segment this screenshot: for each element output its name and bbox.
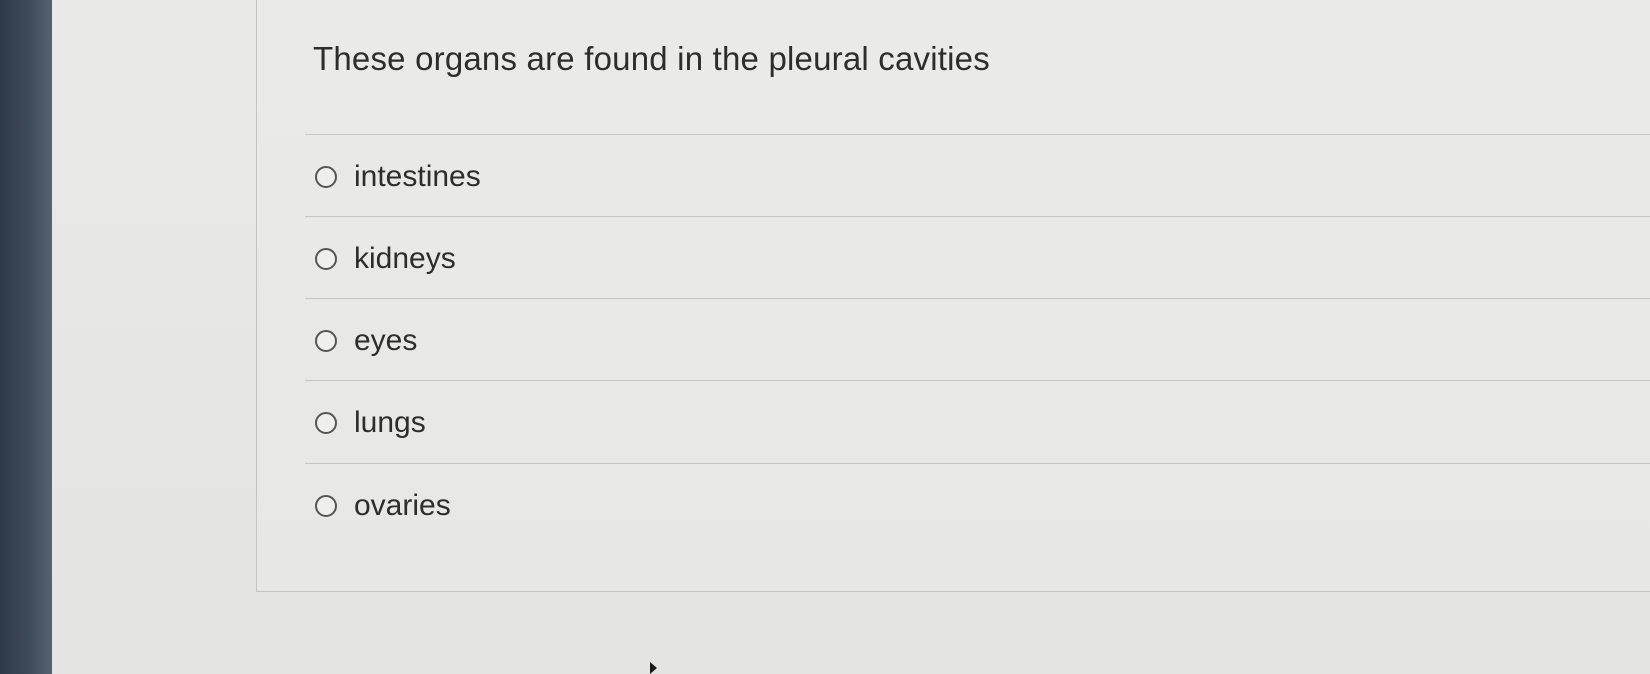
answer-option-kidneys[interactable]: kidneys: [315, 234, 456, 284]
answer-option-intestines[interactable]: intestines: [315, 152, 481, 202]
radio-unchecked-icon[interactable]: [315, 330, 337, 352]
question-card: These organs are found in the pleural ca…: [256, 0, 1650, 592]
answer-option-eyes[interactable]: eyes: [315, 316, 417, 366]
radio-unchecked-icon[interactable]: [315, 166, 337, 188]
answer-label: intestines: [354, 160, 481, 193]
mouse-cursor-icon: [650, 662, 657, 674]
radio-unchecked-icon[interactable]: [315, 412, 337, 434]
radio-unchecked-icon[interactable]: [315, 495, 337, 517]
answer-divider: [305, 134, 1650, 135]
answer-label: eyes: [354, 324, 418, 357]
answer-label: ovaries: [354, 489, 451, 522]
question-text: These organs are found in the pleural ca…: [313, 40, 990, 77]
answer-label: lungs: [354, 406, 426, 439]
answer-divider: [305, 216, 1650, 217]
answer-label: kidneys: [354, 242, 456, 275]
radio-unchecked-icon[interactable]: [315, 248, 337, 270]
answer-divider: [305, 380, 1650, 381]
answer-divider: [305, 298, 1650, 299]
monitor-bezel: [0, 0, 52, 674]
answer-divider: [305, 463, 1650, 464]
answer-option-lungs[interactable]: lungs: [315, 398, 426, 448]
answer-option-ovaries[interactable]: ovaries: [315, 481, 451, 531]
